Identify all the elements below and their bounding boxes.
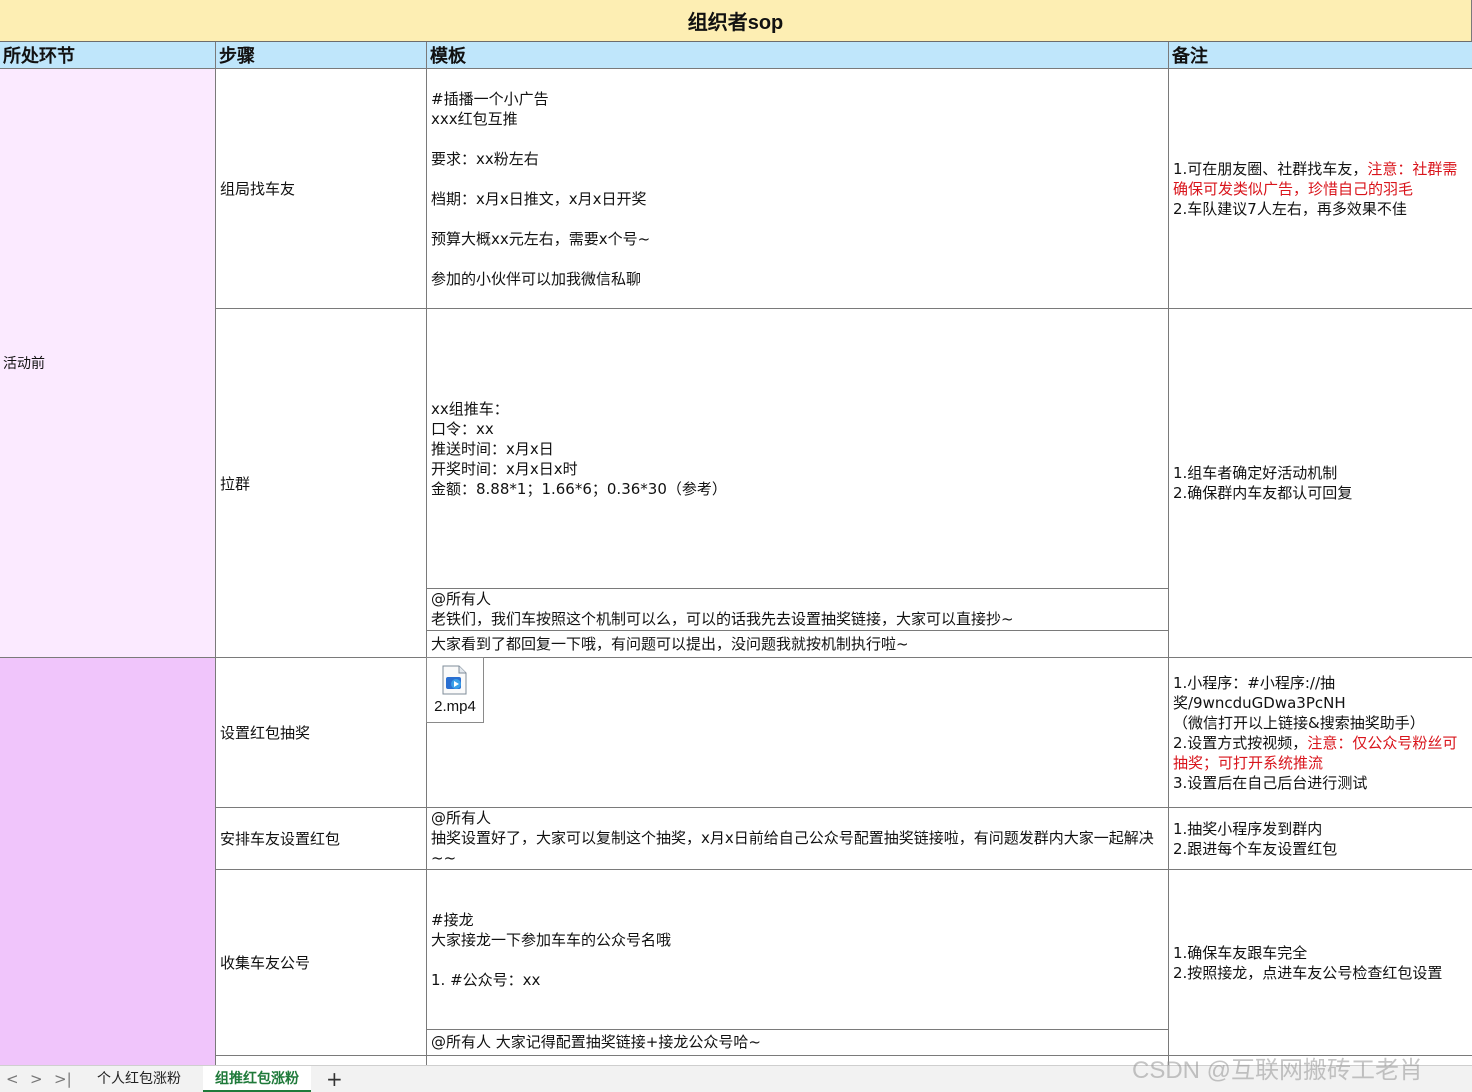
note-cell[interactable]: 1.小程序：#小程序://抽奖/9wncduGDwa3PcNH （微信打开以上链… <box>1169 658 1472 808</box>
step-cell[interactable] <box>216 1056 427 1065</box>
nav-next-button[interactable]: > <box>30 1070 43 1088</box>
step-cell[interactable]: 组局找车友 <box>216 69 427 309</box>
step-cell[interactable]: 设置红包抽奖 <box>216 658 427 808</box>
step-cell[interactable]: 收集车友公号 <box>216 870 427 1056</box>
note-cell[interactable]: 1.抽奖小程序发到群内 2.跟进每个车友设置红包 <box>1169 808 1472 870</box>
sheet-tab[interactable]: 个人红包涨粉 <box>85 1066 193 1092</box>
note-text: 1.可在朋友圈、社群找车友， <box>1173 159 1368 178</box>
sheet-title: 组织者sop <box>0 0 1472 42</box>
template-cell[interactable] <box>427 1056 1169 1065</box>
note-cell[interactable]: 1.确保车友跟车完全 2.按照接龙，点进车友公号检查红包设置 <box>1169 870 1472 1056</box>
step-cell[interactable]: 安排车友设置红包 <box>216 808 427 870</box>
sheet-tab-active[interactable]: 组推红包涨粉 <box>203 1066 311 1092</box>
template-cell[interactable]: xx组推车： 口令：xx 推送时间：x月x日 开奖时间：x月x日x时 金额：8.… <box>427 309 1169 589</box>
template-cell[interactable]: @所有人 抽奖设置好了，大家可以复制这个抽奖，x月x日前给自己公众号配置抽奖链接… <box>427 808 1169 870</box>
note-text: 3.设置后在自己后台进行测试 <box>1173 773 1368 792</box>
nav-first-button[interactable]: < <box>6 1070 19 1088</box>
note-cell[interactable]: 1.组车者确定好活动机制 2.确保群内车友都认可回复 <box>1169 309 1472 658</box>
template-cell[interactable]: 大家看到了都回复一下哦，有问题可以提出，没问题我就按机制执行啦~ <box>427 631 1169 658</box>
header-step[interactable]: 步骤 <box>216 42 427 69</box>
note-cell[interactable]: 1.可在朋友圈、社群找车友，注意：社群需确保可发类似广告，珍惜自己的羽毛 2.车… <box>1169 69 1472 309</box>
step-cell[interactable]: 拉群 <box>216 309 427 658</box>
stage-before[interactable]: 活动前 <box>0 69 216 658</box>
template-cell[interactable]: #接龙 大家接龙一下参加车车的公众号名哦 1. #公众号：xx <box>427 870 1169 1030</box>
attachment-filename: 2.mp4 <box>434 698 476 715</box>
watermark: CSDN @互联网搬砖工老肖 <box>1132 1057 1424 1084</box>
template-cell[interactable]: @所有人 大家记得配置抽奖链接+接龙公众号哈~ <box>427 1030 1169 1056</box>
add-sheet-button[interactable]: + <box>326 1066 343 1092</box>
note-text: 2.车队建议7人左右，再多效果不佳 <box>1173 199 1407 218</box>
header-template[interactable]: 模板 <box>427 42 1169 69</box>
stage-during[interactable] <box>0 658 216 1065</box>
nav-last-button[interactable]: >| <box>54 1070 72 1088</box>
template-cell[interactable] <box>427 658 1169 808</box>
template-cell[interactable]: #插播一个小广告 xxx红包互推 要求：xx粉左右 档期：x月x日推文，x月x日… <box>427 69 1169 309</box>
template-cell[interactable]: @所有人 老铁们，我们车按照这个机制可以么，可以的话我先去设置抽奖链接，大家可以… <box>427 589 1169 631</box>
header-stage[interactable]: 所处环节 <box>0 42 216 69</box>
video-attachment[interactable]: 2.mp4 <box>426 657 484 723</box>
video-file-icon <box>442 665 467 695</box>
header-note[interactable]: 备注 <box>1169 42 1472 69</box>
